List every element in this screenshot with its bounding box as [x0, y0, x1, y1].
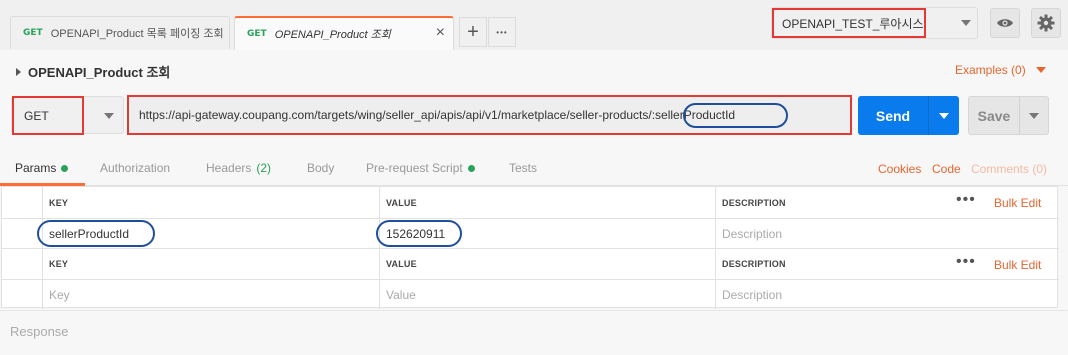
- chevron-down-icon: [1029, 112, 1039, 119]
- chevron-down-icon: [104, 113, 114, 119]
- request-name[interactable]: OPENAPI_Product 조회: [16, 62, 170, 81]
- tab-tests[interactable]: Tests: [509, 161, 537, 175]
- tab-authorization[interactable]: Authorization: [100, 161, 170, 175]
- chevron-down-icon: [1035, 67, 1046, 73]
- send-options-button[interactable]: [928, 96, 959, 135]
- comments-link[interactable]: Comments (0): [971, 162, 1047, 176]
- save-label: Save: [977, 107, 1011, 124]
- bulk-edit-link[interactable]: Bulk Edit: [994, 196, 1041, 210]
- tab-title: OPENAPI_Product 목록 페이징 조회: [50, 28, 224, 40]
- request-tab[interactable]: GET OPENAPI_Product 목록 페이징 조회: [10, 16, 230, 49]
- new-value-field[interactable]: Value: [379, 280, 715, 309]
- environment-selected-label: OPENAPI_TEST_루아시스: [772, 8, 926, 38]
- tab-headers[interactable]: Headers (2): [206, 161, 271, 175]
- table-row-new: Key Value Description: [2, 280, 1059, 309]
- column-header-key: KEY: [42, 187, 379, 218]
- response-label: Response: [10, 324, 69, 339]
- more-icon[interactable]: •••: [956, 253, 976, 271]
- status-dot-icon: [61, 164, 69, 172]
- cookies-link[interactable]: Cookies: [878, 162, 921, 176]
- code-link[interactable]: Code: [932, 162, 961, 176]
- headers-count-badge: (2): [256, 161, 272, 175]
- tab-pre-request-script[interactable]: Pre-request Script: [366, 161, 475, 175]
- tab-body[interactable]: Body: [307, 161, 334, 175]
- request-name-label: OPENAPI_Product 조회: [28, 65, 171, 80]
- table-header-row: KEY VALUE DESCRIPTION ••• Bulk Edit: [2, 249, 1059, 280]
- chevron-down-icon: [961, 20, 971, 26]
- tab-more-button[interactable]: •••: [488, 17, 516, 47]
- caret-right-icon: [16, 67, 21, 76]
- tab-bar: GET OPENAPI_Product 목록 페이징 조회 GET OPENAP…: [0, 0, 1068, 50]
- column-header-value: VALUE: [379, 249, 715, 279]
- table-header-row: KEY VALUE DESCRIPTION ••• Bulk Edit: [2, 187, 1059, 219]
- new-key-field[interactable]: Key: [42, 280, 379, 309]
- column-header-key: KEY: [42, 249, 379, 279]
- save-button[interactable]: Save: [968, 96, 1049, 135]
- tab-params-label: Params: [15, 161, 57, 175]
- new-description-field[interactable]: Description: [715, 280, 1059, 309]
- method-selected-label: GET: [12, 96, 84, 135]
- status-dot-icon: [467, 164, 475, 172]
- tab-method-badge: GET: [247, 29, 267, 39]
- tab-pre-request-label: Pre-request Script: [366, 161, 463, 175]
- new-tab-button[interactable]: +: [459, 17, 487, 47]
- param-description-field[interactable]: Description: [715, 219, 1059, 248]
- table-row: sellerProductId 152620911 Description: [2, 219, 1059, 249]
- bulk-edit-link[interactable]: Bulk Edit: [994, 258, 1041, 272]
- tab-method-badge: GET: [23, 28, 43, 38]
- eye-icon: [997, 19, 1013, 27]
- tab-title: OPENAPI_Product 조회: [274, 29, 391, 41]
- request-tab-active[interactable]: GET OPENAPI_Product 조회 ×: [234, 16, 454, 50]
- manage-environments-button[interactable]: [1031, 8, 1061, 38]
- environment-quick-look-button[interactable]: [990, 8, 1020, 38]
- send-button[interactable]: Send: [858, 96, 959, 135]
- params-table: KEY VALUE DESCRIPTION ••• Bulk Edit sell…: [1, 186, 1059, 309]
- response-pane: Response: [0, 310, 1068, 355]
- save-options-button[interactable]: [1019, 97, 1048, 134]
- tab-headers-label: Headers: [206, 161, 252, 175]
- examples-dropdown[interactable]: Examples (0): [955, 63, 1046, 77]
- column-header-value: VALUE: [379, 187, 715, 218]
- gear-icon: [1037, 14, 1055, 32]
- examples-label: Examples (0): [955, 63, 1026, 77]
- more-icon[interactable]: •••: [956, 191, 976, 209]
- tab-params[interactable]: Params: [15, 161, 69, 175]
- close-icon[interactable]: ×: [436, 24, 445, 42]
- key-highlight: [37, 220, 155, 247]
- url-path-variable-highlight: [683, 103, 788, 128]
- chevron-down-icon: [939, 112, 949, 119]
- send-label: Send: [875, 107, 911, 124]
- value-highlight: [376, 220, 462, 247]
